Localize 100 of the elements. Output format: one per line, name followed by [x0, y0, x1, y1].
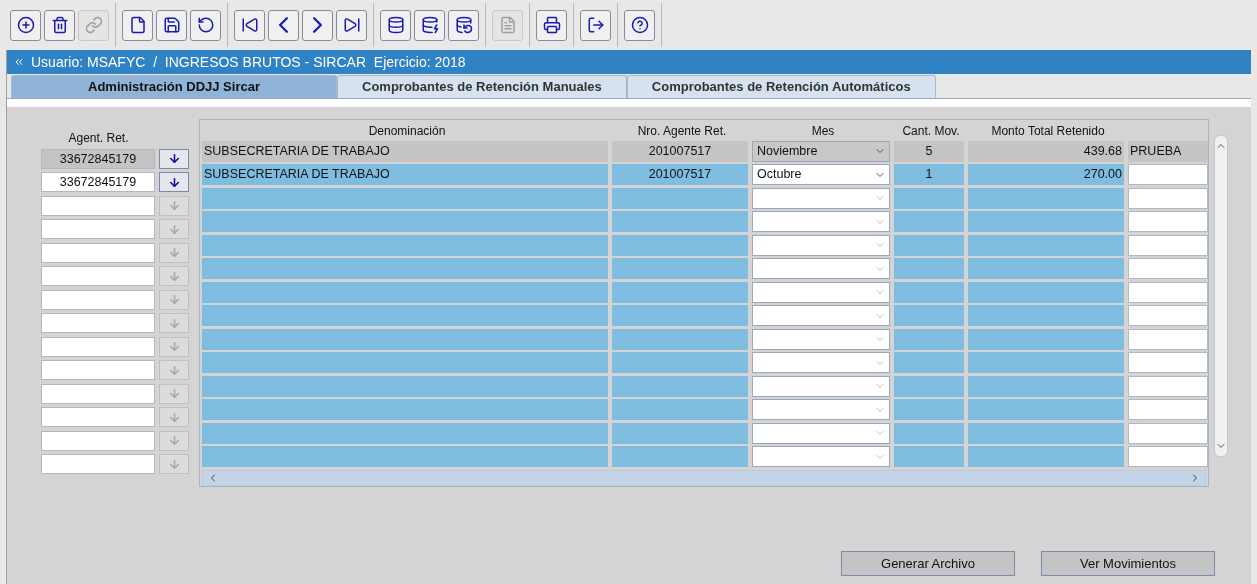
agent-field[interactable]: [41, 383, 155, 404]
arrow-down-icon: [167, 175, 181, 189]
arrow-down-icon: [167, 246, 181, 260]
agent-field[interactable]: [41, 313, 155, 334]
toolbar-button[interactable]: [234, 9, 265, 41]
action-button[interactable]: Generar Archivo: [841, 551, 1015, 576]
toolbar-button[interactable]: [536, 9, 567, 41]
month-dropdown[interactable]: Octubre: [752, 164, 890, 186]
agent-field[interactable]: 33672845179: [41, 172, 155, 193]
toolbar-button[interactable]: [302, 9, 333, 41]
agent-field[interactable]: [41, 289, 155, 310]
help-icon: [630, 16, 649, 34]
month-dropdown[interactable]: [752, 375, 890, 397]
month-dropdown[interactable]: [752, 328, 890, 350]
toolbar-button[interactable]: [10, 9, 41, 41]
horizontal-scrollbar[interactable]: [202, 470, 1206, 486]
agent-field[interactable]: [41, 454, 155, 475]
trash-icon: [50, 16, 69, 34]
toolbar-button[interactable]: [190, 9, 221, 41]
month-dropdown[interactable]: [752, 446, 890, 468]
agent-field[interactable]: [41, 430, 155, 451]
arrow-down-icon: [167, 457, 181, 471]
exit-icon: [586, 16, 605, 34]
document-icon: [498, 16, 517, 34]
arrow-down-icon: [167, 363, 181, 377]
first-record-icon: [240, 16, 259, 34]
column-header: Monto Total Retenido: [990, 123, 1106, 140]
toolbar-button[interactable]: [580, 9, 611, 41]
agent-field[interactable]: [41, 360, 155, 381]
month-dropdown[interactable]: [752, 422, 890, 444]
add-icon: [16, 16, 35, 34]
next-icon: [313, 17, 322, 33]
month-dropdown[interactable]: [752, 258, 890, 280]
month-dropdown[interactable]: [752, 281, 890, 303]
tab[interactable]: Comprobantes de Retención Automáticos: [626, 75, 936, 98]
tab[interactable]: Administración DDJJ Sircar: [11, 75, 337, 98]
table-cell: [894, 281, 964, 303]
arrow-down-icon: [167, 340, 181, 354]
table-cell: [894, 422, 964, 444]
arrow-down-icon: [167, 410, 181, 424]
arrow-down-icon: [167, 293, 181, 307]
table-cell: [894, 305, 964, 327]
table-cell: [894, 399, 964, 421]
table-cell: 439.68: [968, 140, 1124, 162]
toolbar-button[interactable]: [44, 9, 75, 41]
print-icon: [542, 16, 561, 34]
arrow-down-icon: [167, 269, 181, 283]
agent-field[interactable]: [41, 336, 155, 357]
agent-field[interactable]: [41, 195, 155, 216]
table-cell: 270.00: [968, 164, 1124, 186]
agent-field[interactable]: [41, 407, 155, 428]
toolbar-button[interactable]: [624, 9, 655, 41]
column-header: Denominación: [367, 123, 447, 140]
table-cell: 5: [894, 140, 964, 162]
column-header: Cant. Mov.: [901, 123, 961, 140]
month-dropdown[interactable]: [752, 211, 890, 233]
arrow-down-icon: [167, 387, 181, 401]
month-dropdown[interactable]: [752, 187, 890, 209]
column-header: Mes: [810, 123, 836, 140]
arrow-down-icon: [167, 222, 181, 236]
toolbar-button[interactable]: [122, 9, 153, 41]
arrow-down-icon: [167, 434, 181, 448]
toolbar-button[interactable]: [414, 9, 445, 41]
column-header: Agent. Ret.: [67, 131, 130, 145]
link-icon: [84, 16, 103, 34]
table-cell: SUBSECRETARIA DE TRABAJO: [202, 164, 608, 186]
window-title: Usuario: MSAFYC / INGRESOS BRUTOS - SIRCAR Ejercicio: 2018: [31, 52, 466, 72]
table-cell: 1: [894, 164, 964, 186]
agent-field[interactable]: [41, 219, 155, 240]
table-cell: [894, 211, 964, 233]
toolbar-button[interactable]: [336, 9, 367, 41]
table-cell: [894, 328, 964, 350]
toolbar-button[interactable]: [448, 9, 479, 41]
toolbar-button[interactable]: [156, 9, 187, 41]
table-cell: [894, 446, 964, 468]
month-dropdown[interactable]: Noviembre: [752, 140, 890, 162]
page-icon: [128, 16, 147, 34]
month-dropdown[interactable]: [752, 399, 890, 421]
action-button[interactable]: Ver Movimientos: [1041, 551, 1215, 576]
save-icon: [162, 16, 181, 34]
download-button[interactable]: [159, 172, 189, 193]
database-icon: [386, 16, 405, 34]
agent-field[interactable]: 33672845179: [41, 148, 155, 169]
tab[interactable]: Comprobantes de Retención Manuales: [337, 75, 627, 98]
agent-field[interactable]: [41, 266, 155, 287]
table-cell: [894, 375, 964, 397]
month-dropdown[interactable]: [752, 234, 890, 256]
previous-icon: [279, 17, 288, 33]
table-cell: [894, 234, 964, 256]
arrow-down-icon: [167, 152, 181, 166]
download-button[interactable]: [159, 148, 189, 169]
table-cell: [894, 258, 964, 280]
undo-icon: [196, 16, 215, 34]
table-cell: PRUEBA: [1128, 140, 1208, 162]
form-icon: [13, 56, 25, 68]
month-dropdown[interactable]: [752, 352, 890, 374]
toolbar-button[interactable]: [380, 9, 411, 41]
agent-field[interactable]: [41, 242, 155, 263]
month-dropdown[interactable]: [752, 305, 890, 327]
toolbar-button[interactable]: [268, 9, 299, 41]
